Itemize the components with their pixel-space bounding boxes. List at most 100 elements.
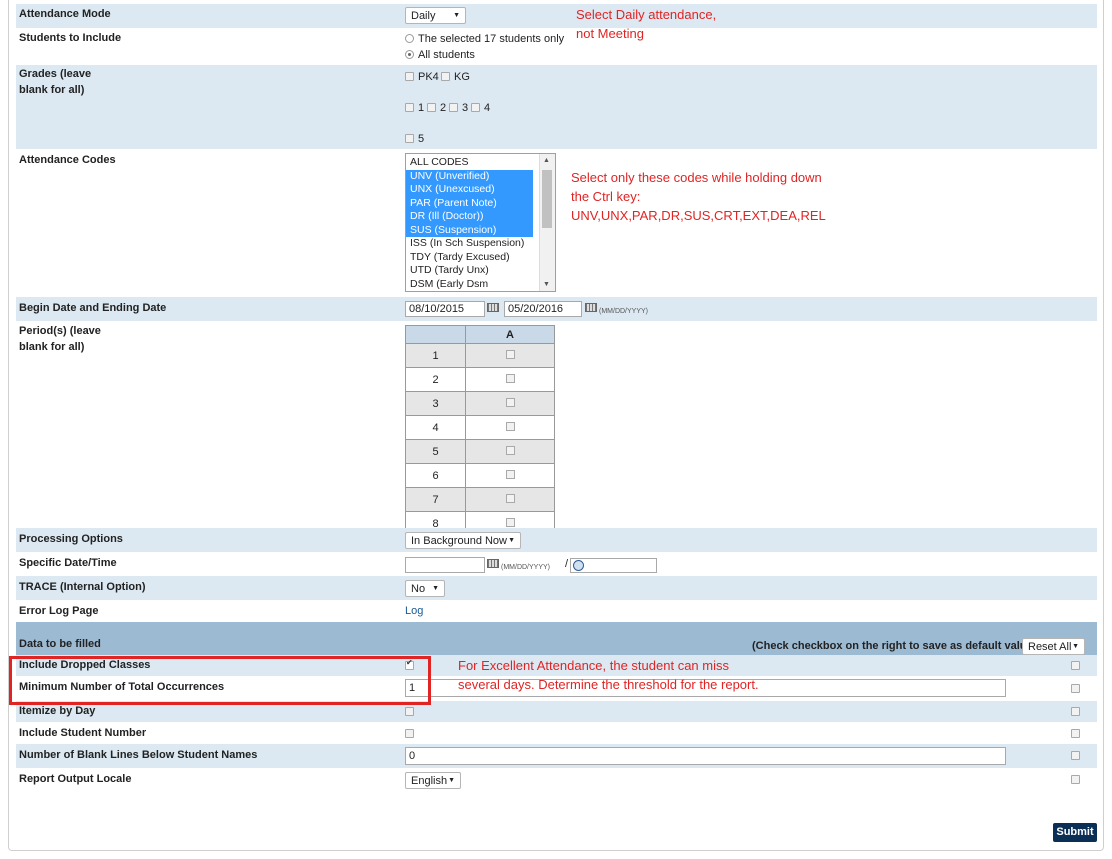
specific-date-format-hint: (MM/DD/YYYY) — [501, 564, 550, 571]
attendance-code-option[interactable]: ISS (In Sch Suspension) — [406, 237, 533, 251]
attendance-code-option[interactable]: UNX (Unexcused) — [406, 183, 533, 197]
attendance-code-option[interactable]: DSM (Early Dsm Excused) — [406, 278, 533, 292]
calendar-icon[interactable] — [585, 303, 597, 312]
grade-pk4-checkbox[interactable] — [405, 72, 414, 81]
submit-button[interactable]: Submit — [1053, 823, 1097, 842]
radio-selected-students-label: The selected 17 students only — [418, 33, 565, 45]
default-checkbox-itemize[interactable] — [1071, 707, 1080, 716]
log-link[interactable]: Log — [405, 605, 423, 618]
data-section-note: (Check checkbox on the right to save as … — [752, 640, 1037, 652]
processing-select[interactable]: In Background Now ▼ — [405, 532, 521, 549]
attendance-code-option[interactable]: UNV (Unverified) — [406, 169, 533, 183]
grade-3-checkbox[interactable] — [449, 103, 458, 112]
reset-all-select[interactable]: Reset All ▼ — [1022, 638, 1085, 655]
specific-date-input[interactable] — [405, 557, 485, 573]
period-cell — [465, 487, 555, 512]
period-number: 5 — [405, 439, 466, 464]
annotation-codes-line3: UNV,UNX,PAR,DR,SUS,CRT,EXT,DEA,REL — [571, 208, 826, 223]
calendar-icon[interactable] — [487, 303, 499, 312]
row-grades — [16, 65, 1097, 149]
attendance-code-option[interactable]: TDY (Tardy Excused) — [406, 251, 533, 265]
period-checkbox[interactable] — [505, 349, 515, 359]
attendance-codes-listbox[interactable]: ALL CODES UNV (Unverified) UNX (Unexcused)… — [405, 153, 556, 292]
grade-5-checkbox[interactable] — [405, 134, 414, 143]
period-row: 5 — [405, 439, 555, 464]
period-number: 4 — [405, 415, 466, 440]
period-checkbox[interactable] — [505, 493, 515, 503]
grades-label: Grades (leave blank for all) — [19, 68, 92, 96]
attendance-mode-label: Attendance Mode — [19, 8, 111, 20]
period-checkbox[interactable] — [505, 445, 515, 455]
attendance-code-option[interactable]: ALL CODES — [406, 156, 533, 170]
radio-selected-students[interactable] — [405, 34, 414, 43]
period-checkbox[interactable] — [505, 397, 515, 407]
period-cell — [465, 439, 555, 464]
attendance-codes-label: Attendance Codes — [19, 154, 116, 166]
annotation-codes-line1: Select only these codes while holding do… — [571, 170, 822, 185]
student-number-checkbox[interactable] — [405, 729, 414, 738]
chevron-down-icon: ▼ — [1072, 643, 1079, 650]
trace-select[interactable]: No ▼ — [405, 580, 445, 597]
period-cell — [465, 463, 555, 488]
listbox-scrollbar[interactable]: ▲ ▼ — [539, 154, 555, 291]
grade-1-checkbox[interactable] — [405, 103, 414, 112]
periods-header-blank — [405, 325, 466, 344]
attendance-code-option[interactable]: SUS (Suspension) — [406, 223, 533, 237]
default-checkbox-occurrences[interactable] — [1071, 684, 1080, 693]
clock-icon[interactable] — [573, 560, 584, 571]
row-processing — [16, 528, 1097, 552]
grade-2-checkbox[interactable] — [427, 103, 436, 112]
specific-datetime-label: Specific Date/Time — [19, 557, 117, 569]
default-checkbox-blank-lines[interactable] — [1071, 751, 1080, 760]
scroll-up-icon[interactable]: ▲ — [543, 157, 550, 164]
scroll-down-icon[interactable]: ▼ — [543, 281, 550, 288]
itemize-checkbox[interactable] — [405, 707, 414, 716]
period-row: 6 — [405, 463, 555, 488]
period-checkbox[interactable] — [505, 517, 515, 527]
specific-time-input[interactable] — [570, 558, 657, 573]
locale-select[interactable]: English ▼ — [405, 772, 461, 789]
student-number-label: Include Student Number — [19, 727, 147, 739]
blank-lines-input[interactable]: 0 — [405, 747, 1006, 765]
calendar-icon[interactable] — [487, 559, 499, 568]
students-label: Students to Include — [19, 32, 122, 44]
begin-date-input[interactable]: 08/10/2015 — [405, 301, 485, 317]
period-number: 7 — [405, 487, 466, 512]
period-checkbox[interactable] — [505, 421, 515, 431]
date-format-hint: (MM/DD/YYYY) — [599, 308, 648, 315]
attendance-code-option[interactable]: PAR (Parent Note) — [406, 196, 533, 210]
row-trace — [16, 576, 1097, 600]
row-attendance-mode — [16, 4, 1097, 28]
period-checkbox[interactable] — [505, 469, 515, 479]
default-checkbox-locale[interactable] — [1071, 775, 1080, 784]
scrollbar-thumb[interactable] — [542, 170, 552, 228]
default-checkbox-student-number[interactable] — [1071, 729, 1080, 738]
period-checkbox[interactable] — [505, 373, 515, 383]
dates-label: Begin Date and Ending Date — [19, 302, 167, 314]
highlight-box — [9, 656, 431, 705]
grade-kg-checkbox[interactable] — [441, 72, 450, 81]
period-number: 2 — [405, 367, 466, 392]
grade-4-checkbox[interactable] — [471, 103, 480, 112]
period-cell — [465, 343, 555, 368]
grade-1-label: 1 — [418, 102, 425, 114]
periods-label: Period(s) (leave blank for all) — [19, 325, 101, 353]
chevron-down-icon: ▼ — [453, 12, 460, 19]
attendance-mode-select[interactable]: Daily ▼ — [405, 7, 466, 24]
end-date-input[interactable]: 05/20/2016 — [504, 301, 582, 317]
annotation-excellent-line1: For Excellent Attendance, the student ca… — [458, 658, 729, 673]
error-log-label: Error Log Page — [19, 605, 99, 617]
attendance-code-option[interactable]: DR (Ill (Doctor)) — [406, 210, 533, 224]
period-number: 6 — [405, 463, 466, 488]
annotation-daily-line2: not Meeting — [576, 26, 644, 41]
period-cell — [465, 367, 555, 392]
chevron-down-icon: ▼ — [432, 585, 439, 592]
attendance-code-option[interactable]: UTD (Tardy Unx) — [406, 264, 533, 278]
grade-3-label: 3 — [462, 102, 469, 114]
datetime-separator: / — [565, 558, 569, 570]
radio-all-students-label: All students — [418, 49, 475, 61]
locale-label: Report Output Locale — [19, 773, 132, 785]
default-checkbox-dropped[interactable] — [1071, 661, 1080, 670]
radio-all-students[interactable] — [405, 50, 414, 59]
chevron-down-icon: ▼ — [448, 777, 455, 784]
